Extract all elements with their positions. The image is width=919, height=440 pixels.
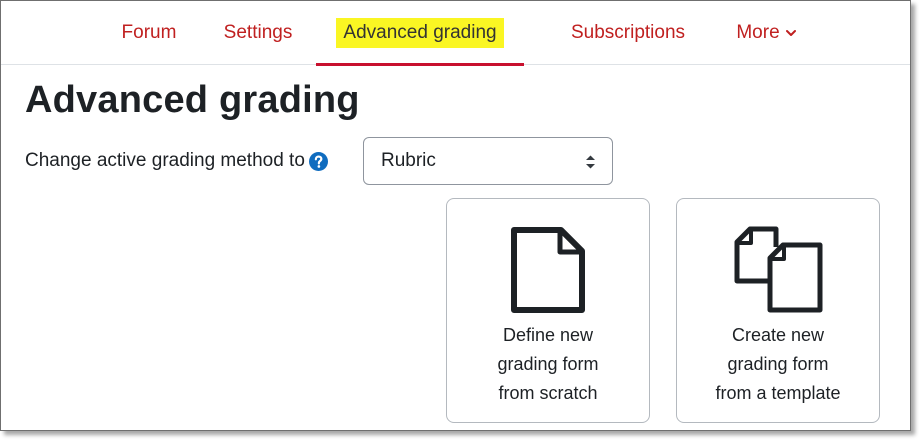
nav-tab-settings-label: Settings [223, 22, 293, 43]
grading-method-selected-value: Rubric [381, 150, 436, 171]
file-icon [511, 227, 585, 313]
card-line: Define new [502, 325, 594, 345]
secondary-navigation: Forum Settings Advanced grading Subscrip… [1, 1, 910, 66]
grading-method-select[interactable]: Rubric [363, 137, 613, 185]
nav-tab-advanced-grading[interactable]: Advanced grading [316, 1, 524, 66]
question-circle-icon[interactable] [308, 151, 328, 171]
nav-tab-advanced-grading-label: Advanced grading [336, 18, 504, 48]
grading-method-label: Change active grading method to [25, 150, 305, 171]
card-line: grading form [727, 354, 829, 374]
nav-tab-settings[interactable]: Settings [207, 1, 309, 65]
card-line: from a template [715, 383, 841, 403]
copy-files-icon [734, 226, 823, 313]
grading-method-row: Change active grading method to [25, 137, 328, 185]
nav-tab-subscriptions-label: Subscriptions [570, 22, 686, 43]
chevron-down-icon [785, 30, 796, 36]
nav-tab-more-label: More [736, 22, 780, 43]
define-new-form-text: Define new grading form from scratch [447, 321, 649, 408]
nav-tab-more[interactable]: More [720, 1, 812, 65]
nav-tab-subscriptions[interactable]: Subscriptions [554, 1, 702, 65]
create-from-template-card[interactable]: Create new grading form from a template [676, 198, 880, 423]
nav-tab-forum-label: Forum [121, 22, 177, 43]
card-line: from scratch [498, 383, 598, 403]
card-line: Create new [731, 325, 825, 345]
nav-tab-forum[interactable]: Forum [105, 1, 193, 65]
page-title: Advanced grading [25, 79, 360, 121]
select-arrows-icon [586, 155, 595, 169]
create-from-template-text: Create new grading form from a template [677, 321, 879, 408]
define-new-form-card[interactable]: Define new grading form from scratch [446, 198, 650, 423]
card-line: grading form [497, 354, 599, 374]
window-frame: Forum Settings Advanced grading Subscrip… [0, 0, 911, 431]
